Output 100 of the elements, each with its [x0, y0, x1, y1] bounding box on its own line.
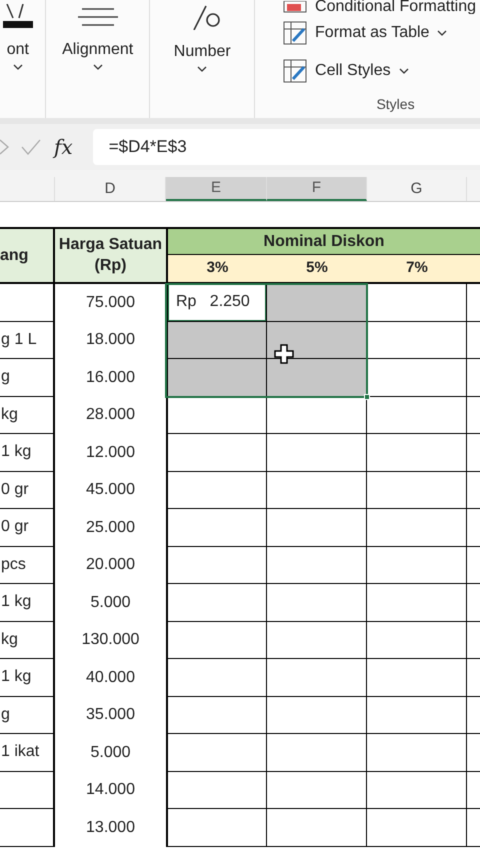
chevron-icon [92, 64, 103, 70]
table-cell[interactable] [367, 472, 467, 509]
table-cell[interactable] [267, 509, 367, 546]
column-header[interactable]: G [367, 177, 467, 201]
table-cell[interactable] [166, 322, 267, 359]
ribbon-command[interactable]: Cell Styles [283, 52, 476, 90]
table-cell-text: 14.000 [85, 780, 136, 800]
table-cell-text: 130.000 [80, 630, 140, 650]
table-cell: kg [0, 622, 55, 659]
table-cell[interactable]: Rp 2.250 [166, 284, 267, 322]
table-cell [0, 772, 55, 809]
table-cell-text: 28.000 [85, 405, 136, 426]
table-cell[interactable] [367, 622, 467, 659]
table-cell[interactable] [267, 584, 367, 622]
table-cell[interactable] [367, 546, 467, 584]
chevron-icon [437, 30, 448, 36]
header-cell: Harga Satuan (Rp) [55, 227, 166, 284]
table-cell[interactable] [267, 284, 367, 322]
table-cell-text: 35.000 [85, 705, 136, 726]
chevron-icon [197, 66, 208, 72]
table-cell[interactable] [166, 434, 267, 472]
table-cell: g [0, 696, 55, 734]
table-cell-text: 20.000 [85, 555, 136, 576]
table-cell[interactable] [267, 434, 367, 472]
insert-function-button[interactable]: fx [50, 132, 77, 162]
table-cell[interactable] [367, 734, 467, 772]
table-cell[interactable] [267, 622, 367, 659]
table-cell[interactable] [367, 322, 467, 359]
column-header[interactable]: F [267, 177, 367, 201]
table-cell[interactable] [166, 809, 267, 846]
table-cell: 1 kg [0, 584, 55, 622]
check-icon[interactable] [20, 138, 42, 156]
header-cell: 5% [267, 255, 367, 284]
table-cell [0, 284, 55, 322]
group-label: Styles [376, 95, 415, 114]
table-cell[interactable] [166, 696, 267, 734]
table-cell[interactable] [267, 472, 367, 509]
table-cell: g [0, 359, 55, 396]
table-cell[interactable] [367, 434, 467, 472]
table-cell: 1 kg [0, 659, 55, 696]
table-cell[interactable] [267, 734, 367, 772]
table-cell[interactable] [367, 284, 467, 322]
table-cell-text: 45.000 [85, 480, 136, 500]
table-cell[interactable] [166, 396, 267, 434]
table-cell[interactable] [267, 546, 367, 584]
chevron-icon [12, 64, 23, 70]
table-cell-text: 5.000 [89, 592, 132, 613]
table-cell[interactable] [367, 809, 467, 846]
table-cell[interactable] [367, 659, 467, 696]
ribbon-group-button[interactable]: ont [2, 0, 33, 70]
table-cell[interactable] [166, 472, 267, 509]
table-cell[interactable] [267, 809, 367, 846]
table-cell[interactable] [166, 509, 267, 546]
column-header[interactable]: E [166, 177, 267, 201]
table-cell[interactable] [166, 622, 267, 659]
table-cell: 1 ikat [0, 734, 55, 772]
table-cell[interactable] [267, 322, 367, 359]
formula-field[interactable]: =$D4*E$3 [92, 129, 480, 165]
table-cell: 1 kg [0, 434, 55, 472]
chevron-icon [398, 68, 409, 74]
table-cell: 0 gr [0, 472, 55, 509]
table-cell-text: 13.000 [85, 818, 136, 838]
table-cell[interactable] [267, 359, 367, 396]
table-cell: 0 gr [0, 509, 55, 546]
header-cell: 7% [367, 255, 467, 284]
cursor-icon [274, 344, 294, 364]
header-cell: Nominal Diskon [166, 227, 480, 255]
table-cell[interactable] [367, 359, 467, 396]
table-brush-icon [283, 21, 308, 45]
table-cell[interactable] [367, 396, 467, 434]
table-cell-text: 75.000 [85, 292, 136, 313]
table-cell: g 1 L [0, 322, 55, 359]
table-cell-text: 16.000 [85, 368, 136, 388]
table-cell[interactable] [267, 772, 367, 809]
table-cell[interactable] [367, 696, 467, 734]
table-cell[interactable] [166, 546, 267, 584]
ribbon-group-button[interactable]: Alignment [62, 0, 134, 70]
table-cell: kg [0, 396, 55, 434]
conditional-format-icon [283, 1, 308, 13]
font-color-icon [2, 4, 33, 28]
table-cell[interactable] [367, 584, 467, 622]
table-cell-text: 5.000 [89, 742, 132, 763]
table-cell-text: 18.000 [85, 330, 136, 350]
table-cell-text: 40.000 [85, 668, 136, 688]
table-cell[interactable] [267, 659, 367, 696]
header-cell: 3% [166, 255, 267, 284]
table-cell[interactable] [166, 659, 267, 696]
table-cell[interactable] [367, 509, 467, 546]
table-cell[interactable] [166, 772, 267, 809]
table-cell-text: 25.000 [85, 518, 136, 538]
table-cell[interactable] [367, 772, 467, 809]
table-cell [0, 809, 55, 846]
table-cell[interactable] [166, 584, 267, 622]
table-cell[interactable] [166, 734, 267, 772]
ribbon-group-button[interactable]: Number [174, 0, 231, 72]
table-cell-text: 12.000 [85, 442, 136, 463]
cell-brush-icon [283, 59, 308, 83]
ribbon-command[interactable]: Format as Table [283, 14, 476, 52]
table-cell[interactable] [166, 359, 267, 396]
table-cell[interactable] [267, 696, 367, 734]
